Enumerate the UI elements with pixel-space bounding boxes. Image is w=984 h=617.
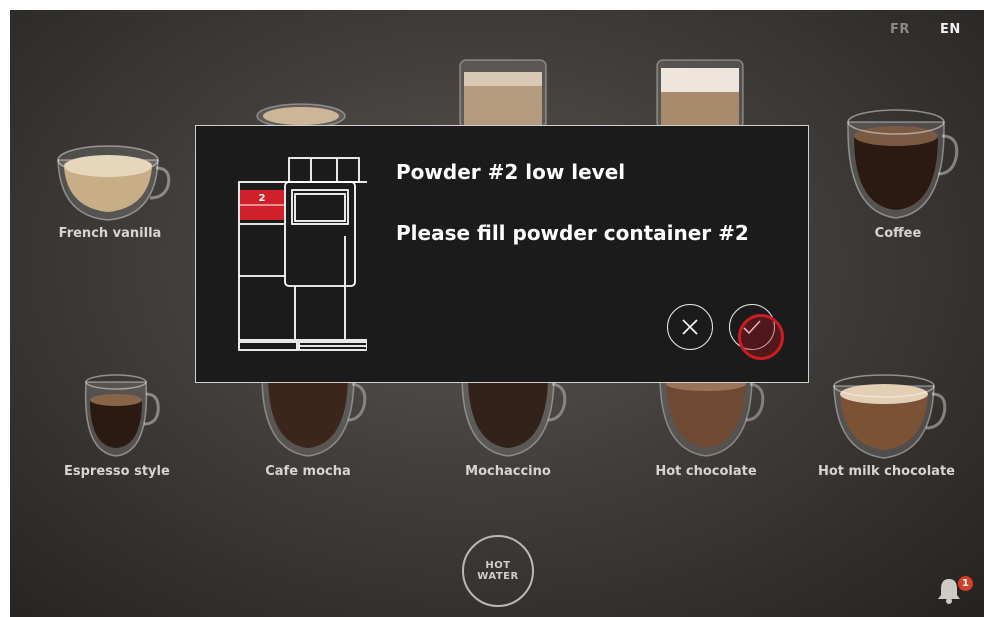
dialog-title: Powder #2 low level: [396, 160, 626, 184]
drink-label-hot-chocolate: Hot chocolate: [655, 464, 757, 479]
drink-tile-cafe-mocha[interactable]: Cafe mocha: [248, 376, 368, 479]
cancel-button[interactable]: [667, 304, 713, 350]
close-icon: [682, 319, 698, 335]
drink-label-espresso-style: Espresso style: [64, 464, 170, 479]
drink-tile-hot-chocolate[interactable]: Hot chocolate: [646, 376, 766, 479]
hot-chocolate-cup-icon: [659, 376, 765, 457]
check-icon: [743, 320, 761, 335]
language-en-button[interactable]: EN: [940, 22, 961, 37]
cafe-mocha-cup-icon: [261, 376, 367, 457]
drink-tile-macchiato-top[interactable]: [655, 58, 745, 128]
hot-milk-chocolate-cup-icon: [833, 374, 947, 459]
drink-selection-screen: FR EN French vanilla Coffee Espresso sty…: [10, 10, 984, 617]
drink-tile-latte-top[interactable]: [458, 58, 548, 128]
drink-label-coffee: Coffee: [874, 226, 922, 241]
drink-label-french-vanilla: French vanilla: [58, 226, 162, 241]
low-level-alert-dialog: 2 Powder #2 low level Please fill powder…: [195, 125, 809, 383]
hot-water-button[interactable]: HOT WATER: [462, 535, 534, 607]
drink-tile-coffee[interactable]: Coffee: [836, 102, 960, 241]
latte-glass-icon: [459, 59, 547, 128]
confirm-button[interactable]: [729, 304, 775, 350]
powder-container-number-label: 2: [259, 193, 266, 204]
drink-tile-french-vanilla[interactable]: French vanilla: [48, 138, 172, 241]
mochaccino-cup-icon: [461, 376, 567, 457]
drink-tile-mochaccino[interactable]: Mochaccino: [448, 376, 568, 479]
language-fr-button[interactable]: FR: [890, 22, 910, 37]
espresso-cup-icon: [84, 374, 160, 457]
drink-tile-espresso-style[interactable]: Espresso style: [64, 372, 170, 479]
notification-count-badge: 1: [958, 576, 973, 591]
drink-label-mochaccino: Mochaccino: [465, 464, 551, 479]
dialog-message: Please fill powder container #2: [396, 221, 749, 245]
coffee-cup-icon: [847, 109, 959, 219]
drink-label-cafe-mocha: Cafe mocha: [265, 464, 351, 479]
macchiato-glass-icon: [656, 59, 744, 128]
drink-tile-hot-milk-chocolate[interactable]: Hot milk chocolate: [818, 372, 955, 479]
hot-water-label: HOT WATER: [477, 560, 519, 582]
drink-label-hot-milk-chocolate: Hot milk chocolate: [818, 464, 955, 479]
coffee-machine-icon: 2: [238, 157, 367, 351]
french-vanilla-cup-icon: [57, 145, 171, 221]
